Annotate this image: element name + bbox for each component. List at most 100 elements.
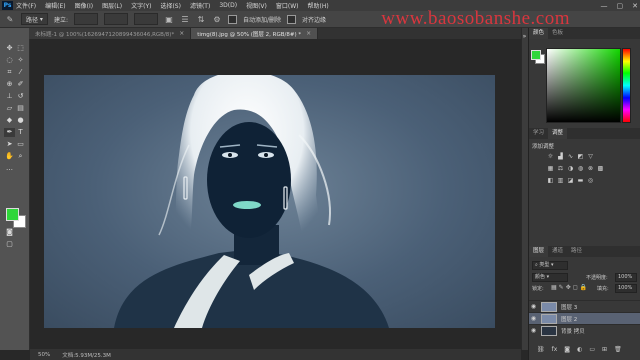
photo-filter-icon[interactable]: ◍ [577, 166, 584, 172]
color-picker-field[interactable] [546, 48, 621, 123]
move-tool-icon[interactable]: ✥ [4, 44, 15, 53]
link-icon[interactable]: ⛓ [537, 346, 545, 353]
trash-icon[interactable]: 🗑 [614, 346, 622, 353]
vibrance-icon[interactable]: ▽ [587, 154, 594, 160]
folder-icon[interactable]: ▭ [589, 346, 595, 353]
tab-learn[interactable]: 学习 [529, 128, 548, 139]
tab-paths[interactable]: 路径 [567, 246, 586, 257]
menu-file[interactable]: 文件(F) [16, 1, 36, 10]
new-layer-icon[interactable]: ⊞ [602, 346, 607, 353]
layer-row[interactable]: ◉ 图层 2 [529, 312, 640, 324]
layer-kind-filter[interactable]: ⌕ 类型 ▾ [532, 261, 568, 270]
quick-mask-icon[interactable]: ◙ [4, 228, 15, 237]
path-operations-icon[interactable]: ▣ [164, 14, 174, 24]
lock-icons[interactable]: ▦✎✥◻🔒 [551, 284, 589, 291]
menu-type[interactable]: 文字(Y) [131, 1, 151, 10]
history-brush-tool-icon[interactable]: ↺ [15, 92, 26, 101]
hand-tool-icon[interactable]: ✋ [4, 152, 15, 161]
path-selection-tool-icon[interactable]: ➤ [4, 140, 15, 149]
black-white-icon[interactable]: ◑ [567, 166, 574, 172]
more-tools-icon[interactable]: … [4, 164, 15, 173]
exposure-icon[interactable]: ◩ [577, 154, 584, 160]
brightness-icon[interactable]: ☼ [547, 154, 554, 160]
close-tab-icon[interactable]: × [179, 30, 184, 37]
auto-add-delete-checkbox[interactable] [227, 14, 237, 24]
blur-tool-icon[interactable]: ◆ [4, 116, 15, 125]
align-edges-checkbox[interactable] [287, 14, 296, 24]
mode-select[interactable]: 路径 ▾ [21, 13, 48, 25]
tab-color[interactable]: 颜色 [529, 28, 549, 39]
layers-panel-tabs: 图层 通道 路径 [529, 246, 640, 257]
clone-stamp-tool-icon[interactable]: ⊥ [4, 92, 15, 101]
crop-tool-icon[interactable]: ⌗ [4, 68, 15, 77]
tab-swatches[interactable]: 色板 [548, 28, 567, 39]
eyedropper-tool-icon[interactable]: ⁄ [15, 68, 26, 77]
shape-button[interactable] [133, 13, 158, 25]
fill-input[interactable]: 100% [615, 284, 637, 293]
channel-mixer-icon[interactable]: ⊗ [587, 166, 594, 172]
color-lookup-icon[interactable]: ▩ [597, 166, 604, 172]
type-tool-icon[interactable]: T [15, 128, 26, 137]
canvas-image[interactable] [44, 75, 495, 328]
tab-untitled-1[interactable]: 未标题-1 @ 100%(1626947120899436046,RGB/8)*… [29, 28, 192, 39]
visibility-eye-icon[interactable]: ◉ [529, 327, 538, 334]
maximize-button[interactable]: ▢ [617, 2, 624, 10]
close-tab-icon[interactable]: × [306, 30, 311, 37]
menu-filter[interactable]: 滤镜(T) [190, 1, 210, 10]
layer-row[interactable]: ◉ 背景 拷贝 [529, 324, 640, 336]
blend-mode-select[interactable]: 颜色 ▾ [532, 273, 568, 282]
rectangle-tool-icon[interactable]: ▭ [15, 140, 26, 149]
settings-gear-icon[interactable]: ⚙ [212, 14, 222, 24]
curves-icon[interactable]: ∿ [567, 154, 574, 160]
zoom-level[interactable]: 50% [38, 352, 50, 358]
panel-foreground-swatch[interactable] [531, 50, 541, 60]
visibility-eye-icon[interactable]: ◉ [529, 303, 538, 310]
menu-select[interactable]: 选择(S) [160, 1, 181, 10]
invert-icon[interactable]: ◧ [547, 178, 554, 184]
selective-color-icon[interactable]: ◎ [587, 178, 594, 184]
tab-adjustments[interactable]: 调整 [548, 128, 568, 139]
minimize-button[interactable]: — [601, 2, 608, 10]
menu-view[interactable]: 视图(V) [246, 1, 267, 10]
menu-window[interactable]: 窗口(W) [276, 1, 299, 10]
visibility-eye-icon[interactable]: ◉ [529, 315, 538, 322]
screen-mode-icon[interactable]: ▢ [4, 240, 15, 249]
mask-icon[interactable]: ◙ [564, 346, 570, 353]
opacity-input[interactable]: 100% [615, 273, 637, 282]
layer-row[interactable]: ◉ 图层 3 [529, 300, 640, 312]
zoom-tool-icon[interactable]: ⌕ [15, 152, 26, 161]
marquee-tool-icon[interactable]: ⬚ [15, 44, 26, 53]
menu-help[interactable]: 帮助(H) [308, 1, 329, 10]
pen-tool-icon[interactable]: ✎ [5, 14, 15, 24]
levels-icon[interactable]: ▟ [557, 154, 564, 160]
healing-brush-tool-icon[interactable]: ⊕ [4, 80, 15, 89]
close-button[interactable]: ✕ [632, 2, 638, 10]
posterize-icon[interactable]: ▥ [557, 178, 564, 184]
threshold-icon[interactable]: ◪ [567, 178, 574, 184]
gradient-map-icon[interactable]: ▬ [577, 178, 584, 184]
quick-select-tool-icon[interactable]: ✧ [15, 56, 26, 65]
menu-edit[interactable]: 编辑(E) [45, 1, 65, 10]
fx-icon[interactable]: fx [552, 346, 558, 353]
menu-layer[interactable]: 图层(L) [102, 1, 122, 10]
path-alignment-icon[interactable]: ☰ [180, 14, 190, 24]
menu-3d[interactable]: 3D(D) [219, 2, 237, 9]
tab-channels[interactable]: 通道 [548, 246, 567, 257]
hue-saturation-icon[interactable]: ▦ [547, 166, 554, 172]
menu-image[interactable]: 图像(I) [75, 1, 93, 10]
selection-button[interactable] [73, 13, 98, 25]
brush-tool-icon[interactable]: ✐ [15, 80, 26, 89]
hue-slider[interactable] [622, 48, 631, 123]
adjustment-icon[interactable]: ◐ [577, 346, 582, 353]
tab-layers[interactable]: 图层 [529, 246, 549, 257]
foreground-color-swatch[interactable] [6, 208, 19, 221]
gradient-tool-icon[interactable]: ▤ [15, 104, 26, 113]
lasso-tool-icon[interactable]: ◌ [4, 56, 15, 65]
path-arrangement-icon[interactable]: ⇅ [196, 14, 206, 24]
dodge-tool-icon[interactable]: ● [15, 116, 26, 125]
pen-tool-icon[interactable]: ✒ [4, 128, 15, 137]
tab-timg[interactable]: timg(8).jpg @ 50% (图层 2, RGB/8#) * × [191, 28, 319, 39]
eraser-tool-icon[interactable]: ▱ [4, 104, 15, 113]
color-balance-icon[interactable]: ⚖ [557, 166, 564, 172]
mask-button[interactable] [103, 13, 128, 25]
